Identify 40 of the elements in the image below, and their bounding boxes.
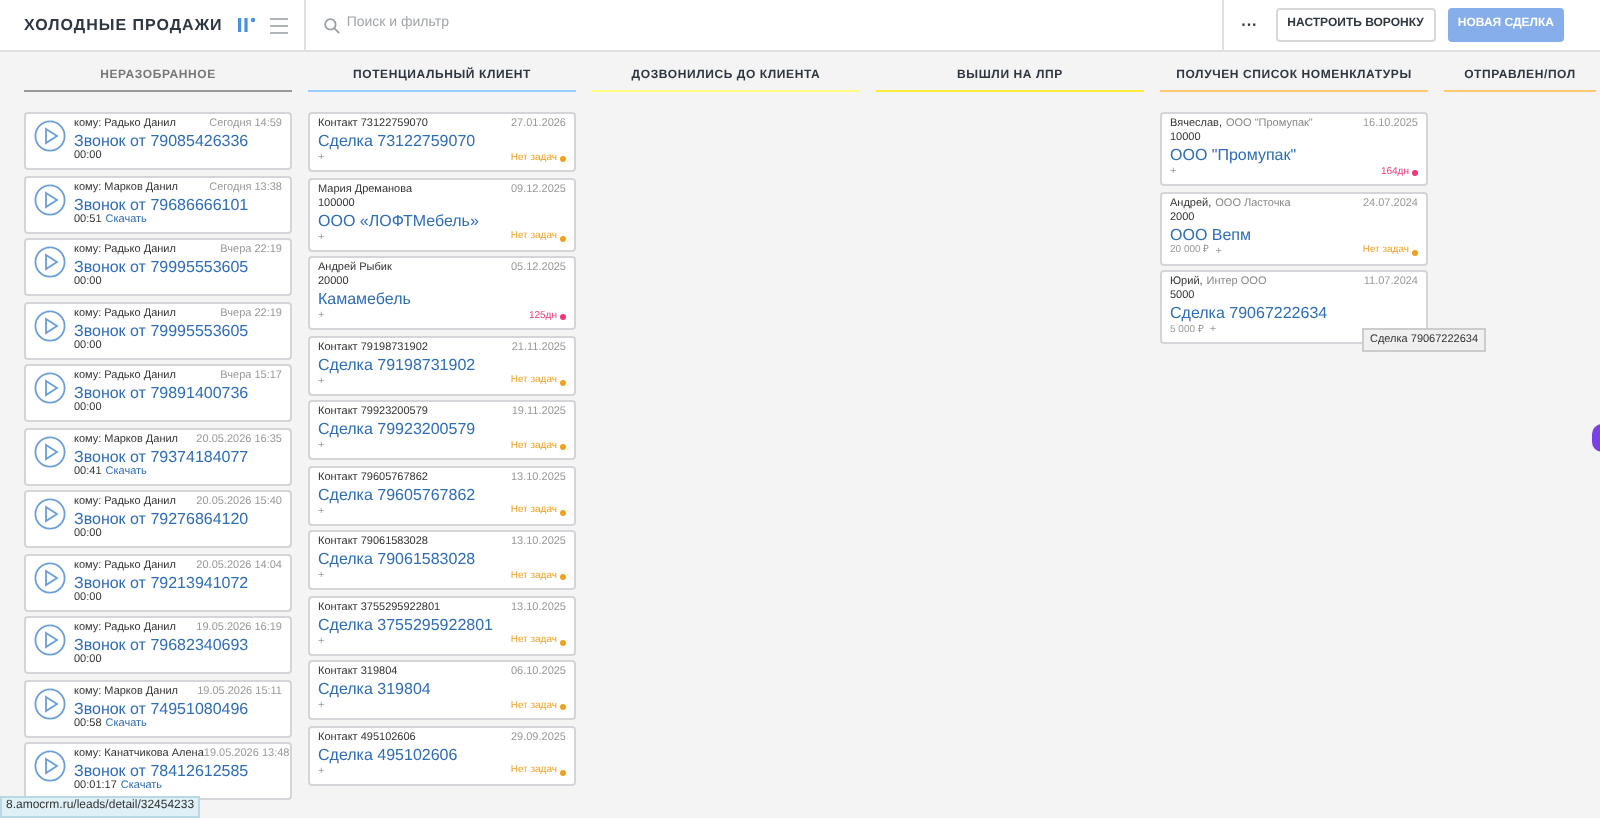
deal-link[interactable]: Сделка 495102606: [318, 745, 458, 765]
deal-link[interactable]: ООО "Промупак": [1170, 146, 1297, 166]
call-link[interactable]: Звонок от 79682340693: [74, 636, 249, 654]
deal-link[interactable]: Сделка 319804: [318, 680, 431, 700]
play-icon[interactable]: [34, 435, 66, 467]
deal-link[interactable]: Сделка 79061583028: [318, 550, 476, 570]
more-button[interactable]: ···: [1235, 13, 1264, 37]
deal-link[interactable]: Сделка 79923200579: [318, 420, 476, 440]
play-icon[interactable]: [34, 687, 66, 719]
deal-link[interactable]: Камамебель: [318, 290, 411, 310]
play-icon[interactable]: [34, 498, 66, 530]
deal-link[interactable]: Сделка 3755295922801: [318, 615, 493, 635]
call-link[interactable]: Звонок от 79891400736: [74, 384, 249, 402]
call-link[interactable]: Звонок от 79995553605: [74, 321, 249, 339]
call-link[interactable]: Звонок от 79213941072: [74, 573, 249, 591]
call-link[interactable]: Звонок от 78412612585: [74, 762, 249, 780]
deal-link[interactable]: Сделка 73122759070: [318, 132, 476, 152]
deal-link[interactable]: Сделка 79067222634: [1170, 304, 1328, 324]
call-link[interactable]: Звонок от 74951080496: [74, 699, 249, 717]
play-icon[interactable]: [34, 561, 66, 593]
play-icon[interactable]: [34, 183, 66, 215]
call-link[interactable]: Звонок от 79374184077: [74, 447, 249, 465]
deal-link[interactable]: Сделка 79198731902: [318, 355, 476, 375]
deal-link[interactable]: Сделка 79605767862: [318, 485, 476, 505]
board-title: ХОЛОДНЫЕ ПРОДАЖИ: [24, 13, 223, 37]
call-link[interactable]: Звонок от 79276864120: [74, 510, 249, 528]
deal-link[interactable]: ООО Вепм: [1170, 225, 1252, 245]
pipeline-view-icon[interactable]: [238, 16, 259, 34]
play-icon[interactable]: [34, 309, 66, 341]
list-view-icon[interactable]: [270, 17, 289, 33]
play-icon[interactable]: [34, 246, 66, 278]
play-icon[interactable]: [34, 120, 66, 152]
search-icon: [324, 17, 341, 33]
deal-link[interactable]: ООО «ЛОФТМебель»: [318, 211, 479, 231]
call-link[interactable]: Звонок от 79085426336: [74, 132, 249, 150]
play-icon[interactable]: [34, 624, 66, 656]
play-icon[interactable]: [34, 750, 66, 782]
call-link[interactable]: Звонок от 79686666101: [74, 195, 249, 213]
call-link[interactable]: Звонок от 79995553605: [74, 258, 249, 276]
play-icon[interactable]: [34, 372, 66, 404]
